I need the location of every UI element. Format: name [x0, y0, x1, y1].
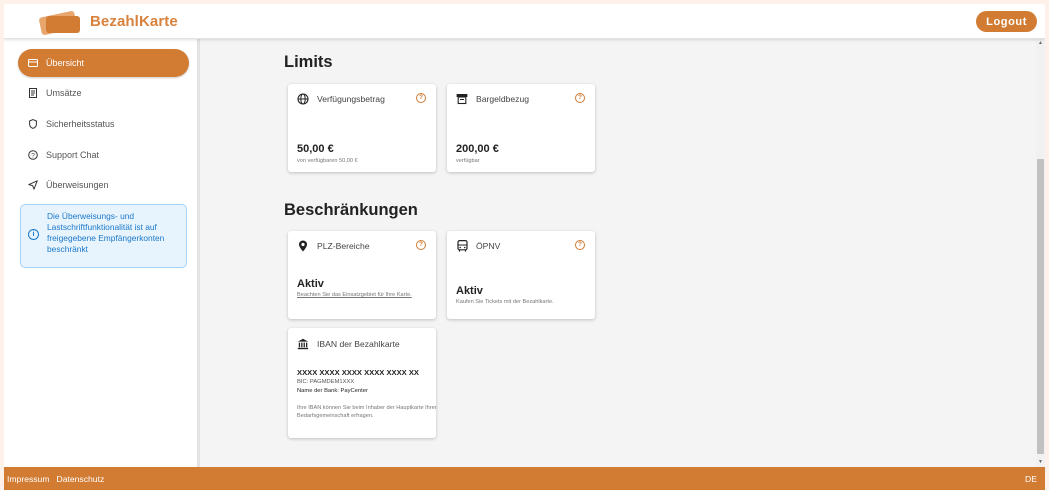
globe-icon: [297, 93, 309, 105]
sidebar-item-sicherheitsstatus[interactable]: Sicherheitsstatus: [18, 110, 189, 138]
card-verfuegungsbetrag: Verfügungsbetrag ? 50,00 € von verfügbar…: [288, 84, 436, 172]
footer: Impressum Datenschutz DE: [4, 467, 1045, 490]
cards-logo-icon: [38, 8, 82, 36]
info-text: Die Überweisungs- und Lastschriftfunktio…: [47, 211, 165, 254]
scroll-thumb[interactable]: [1037, 159, 1044, 454]
sidebar-item-ueberweisungen[interactable]: Überweisungen: [18, 171, 189, 199]
help-icon[interactable]: ?: [416, 240, 426, 250]
brand-name: BezahlKarte: [90, 12, 178, 30]
sidebar: Übersicht Umsätze Sicherheitsstatus ? Su…: [4, 39, 200, 467]
receipt-icon: [28, 88, 38, 98]
card-subtext: Kaufen Sie Tickets mit der Bezahlkarte.: [456, 299, 554, 305]
sidebar-item-label: Übersicht: [46, 58, 85, 68]
card-subtext-link[interactable]: Beachten Sie das Einsatzgebiet für Ihre …: [297, 292, 422, 299]
card-subtext: von verfügbaren 50,00 €: [297, 158, 358, 164]
top-header: BezahlKarte Logout: [4, 4, 1045, 39]
datenschutz-link[interactable]: Datenschutz: [57, 474, 105, 484]
help-icon[interactable]: ?: [575, 240, 585, 250]
card-value: Aktiv: [297, 278, 324, 290]
sidebar-item-label: Überweisungen: [46, 180, 109, 190]
limits-title: Limits: [284, 53, 333, 71]
restrictions-title: Beschränkungen: [284, 201, 418, 219]
card-value: 50,00 €: [297, 143, 334, 155]
help-circle-icon: ?: [28, 150, 38, 160]
main-content: Limits Verfügungsbetrag ? 50,00 € von ve…: [203, 39, 1036, 467]
card-title: Bargeldbezug: [476, 94, 530, 104]
iban-value: XXXX XXXX XXXX XXXX XXXX XX: [297, 368, 419, 377]
iban-note: Ihre IBAN können Sie beim Inhaber der Ha…: [297, 405, 437, 420]
sidebar-item-label: Umsätze: [46, 88, 82, 98]
card-title: PLZ-Bereiche: [317, 241, 370, 251]
bic-value: BIC: PAGMDEM1XXX: [297, 379, 355, 385]
bank-icon: [297, 338, 309, 350]
card-title: ÖPNV: [476, 241, 501, 251]
sidebar-item-uebersicht[interactable]: Übersicht: [18, 49, 189, 77]
bus-icon: [456, 240, 468, 252]
card-subtext: verfügbar: [456, 158, 480, 164]
info-icon: i: [28, 229, 39, 240]
atm-icon: [456, 93, 468, 105]
language-selector[interactable]: DE: [1025, 474, 1037, 484]
sidebar-item-label: Support Chat: [46, 150, 100, 160]
card-value: 200,00 €: [456, 143, 499, 155]
app-frame: BezahlKarte Logout Übersicht Umsätze Sic…: [4, 4, 1045, 490]
card-iban: IBAN der Bezahlkarte XXXX XXXX XXXX XXXX…: [288, 328, 437, 438]
svg-text:?: ?: [31, 152, 35, 159]
help-icon[interactable]: ?: [416, 93, 426, 103]
card-title: IBAN der Bezahlkarte: [317, 339, 400, 349]
scroll-down-arrow-icon[interactable]: ▼: [1036, 458, 1045, 467]
sidebar-item-support-chat[interactable]: ? Support Chat: [18, 141, 189, 169]
brand-logo[interactable]: BezahlKarte: [38, 8, 178, 36]
card-plz-bereiche: PLZ-Bereiche ? Aktiv Beachten Sie das Ei…: [288, 231, 436, 319]
card-oepnv: ÖPNV ? Aktiv Kaufen Sie Tickets mit der …: [447, 231, 595, 319]
logout-button[interactable]: Logout: [976, 11, 1037, 32]
card-bargeldbezug: Bargeldbezug ? 200,00 € verfügbar: [447, 84, 595, 172]
card-value: Aktiv: [456, 285, 483, 297]
shield-icon: [28, 119, 38, 129]
card-title: Verfügungsbetrag: [317, 94, 385, 104]
card-icon: [28, 58, 38, 68]
transfer-restriction-info: i Die Überweisungs- und Lastschriftfunkt…: [20, 204, 187, 268]
main-scrollbar[interactable]: ▲ ▼: [1036, 39, 1045, 467]
impressum-link[interactable]: Impressum: [7, 474, 50, 484]
bank-name: Name der Bank: PayCenter: [297, 388, 368, 394]
location-pin-icon: [297, 240, 309, 252]
send-icon: [28, 180, 38, 190]
sidebar-item-umsaetze[interactable]: Umsätze: [18, 79, 189, 107]
scroll-up-arrow-icon[interactable]: ▲: [1036, 39, 1045, 48]
help-icon[interactable]: ?: [575, 93, 585, 103]
sidebar-item-label: Sicherheitsstatus: [46, 119, 115, 129]
